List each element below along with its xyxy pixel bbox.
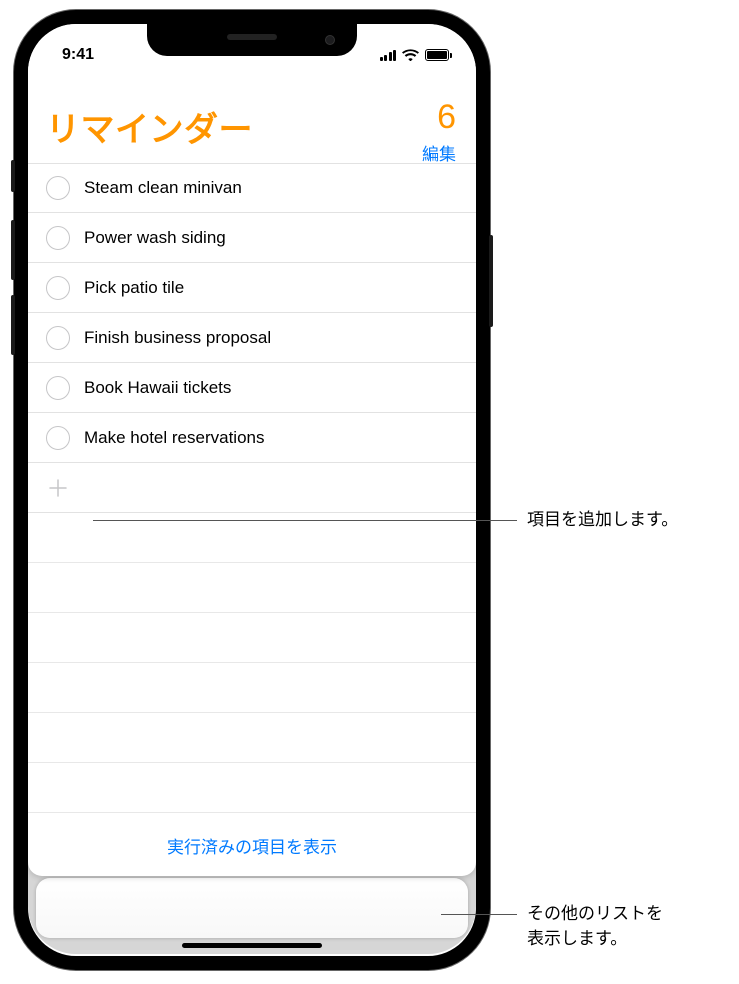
complete-toggle[interactable]	[46, 326, 70, 350]
power-button[interactable]	[489, 235, 493, 327]
list-title: リマインダー	[46, 102, 458, 151]
wifi-icon	[402, 49, 419, 61]
battery-icon	[425, 49, 452, 61]
callout-text: その他のリストを 表示します。	[527, 902, 663, 951]
empty-row	[28, 713, 476, 763]
callout-add-item: 項目を追加します。	[93, 508, 678, 533]
callout-other-lists: その他のリストを 表示します。	[441, 902, 663, 951]
complete-toggle[interactable]	[46, 176, 70, 200]
silence-switch[interactable]	[11, 160, 15, 192]
reminder-item[interactable]: Make hotel reservations	[28, 413, 476, 463]
callout-line	[93, 520, 517, 521]
speaker-grille	[227, 34, 277, 40]
complete-toggle[interactable]	[46, 426, 70, 450]
plus-icon	[46, 476, 70, 500]
reminder-text: Pick patio tile	[84, 278, 184, 298]
show-completed-button[interactable]: 実行済みの項目を表示	[28, 819, 476, 876]
reminder-item[interactable]: Pick patio tile	[28, 263, 476, 313]
phone-screen: 9:41 リマインダー 6 編集	[28, 24, 476, 956]
reminder-list: Steam clean minivan Power wash siding Pi…	[28, 163, 476, 819]
front-camera	[325, 35, 335, 45]
volume-up-button[interactable]	[11, 220, 15, 280]
empty-row	[28, 763, 476, 813]
volume-down-button[interactable]	[11, 295, 15, 355]
reminders-card: リマインダー 6 編集 Steam clean minivan Power wa…	[28, 72, 476, 876]
empty-row	[28, 613, 476, 663]
add-reminder-row[interactable]	[28, 463, 476, 513]
reminder-text: Finish business proposal	[84, 328, 271, 348]
reminder-text: Book Hawaii tickets	[84, 378, 231, 398]
edit-button[interactable]: 編集	[422, 140, 456, 165]
empty-row	[28, 563, 476, 613]
home-indicator[interactable]	[182, 943, 322, 948]
callout-line	[441, 914, 517, 915]
phone-frame: 9:41 リマインダー 6 編集	[14, 10, 490, 970]
complete-toggle[interactable]	[46, 276, 70, 300]
reminder-item[interactable]: Finish business proposal	[28, 313, 476, 363]
cellular-signal-icon	[380, 49, 397, 61]
callout-text: 項目を追加します。	[527, 508, 678, 533]
reminder-item[interactable]: Power wash siding	[28, 213, 476, 263]
reminder-text: Make hotel reservations	[84, 428, 264, 448]
list-count: 6	[437, 98, 456, 137]
empty-row	[28, 663, 476, 713]
notch	[147, 24, 357, 56]
reminder-item[interactable]: Steam clean minivan	[28, 163, 476, 213]
other-lists-peek[interactable]	[36, 878, 468, 938]
reminder-text: Steam clean minivan	[84, 178, 242, 198]
complete-toggle[interactable]	[46, 226, 70, 250]
reminder-text: Power wash siding	[84, 228, 226, 248]
status-icons	[380, 49, 453, 61]
list-header: リマインダー 6 編集	[28, 72, 476, 163]
complete-toggle[interactable]	[46, 376, 70, 400]
status-time: 9:41	[62, 46, 94, 64]
reminder-item[interactable]: Book Hawaii tickets	[28, 363, 476, 413]
